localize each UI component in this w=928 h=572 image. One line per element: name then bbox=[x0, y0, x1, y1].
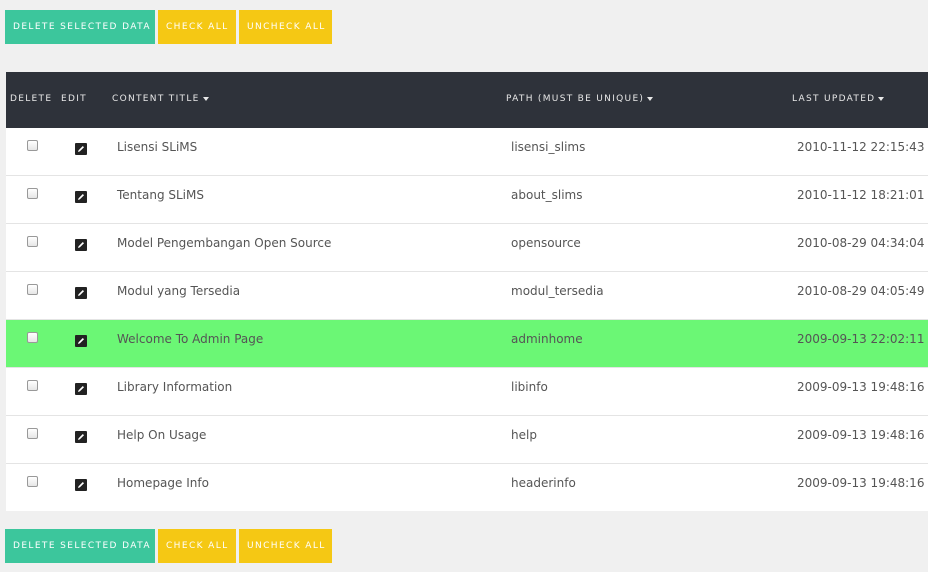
pencil-icon[interactable] bbox=[75, 287, 87, 299]
bottom-toolbar: DELETE SELECTED DATA CHECK ALL UNCHECK A… bbox=[5, 529, 332, 563]
caret-down-icon bbox=[202, 96, 209, 101]
last-updated-cell: 2009-09-13 19:48:16 bbox=[797, 428, 925, 442]
check-all-button[interactable]: CHECK ALL bbox=[158, 529, 236, 563]
table-row: Lisensi SLiMS lisensi_slims 2010-11-12 22:… bbox=[6, 128, 928, 176]
path-cell: headerinfo bbox=[511, 476, 576, 490]
header-edit: EDIT bbox=[61, 94, 87, 104]
delete-checkbox[interactable] bbox=[27, 380, 38, 391]
pencil-icon[interactable] bbox=[75, 335, 87, 347]
table-body: Lisensi SLiMS lisensi_slims 2010-11-12 22:… bbox=[6, 128, 928, 511]
content-title-link[interactable]: Help On Usage bbox=[117, 428, 206, 442]
path-cell: modul_tersedia bbox=[511, 284, 604, 298]
delete-checkbox[interactable] bbox=[27, 140, 38, 151]
header-path[interactable]: PATH (MUST BE UNIQUE) bbox=[506, 94, 654, 104]
last-updated-cell: 2010-08-29 04:05:49 bbox=[797, 284, 925, 298]
content-title-link[interactable]: Homepage Info bbox=[117, 476, 209, 490]
pencil-icon[interactable] bbox=[75, 431, 87, 443]
content-table: DELETE EDIT CONTENT TITLE PATH (MUST BE … bbox=[6, 72, 928, 511]
table-row: Welcome To Admin Page adminhome 2009-09-13… bbox=[6, 320, 928, 368]
delete-checkbox[interactable] bbox=[27, 284, 38, 295]
pencil-icon[interactable] bbox=[75, 383, 87, 395]
path-cell: lisensi_slims bbox=[511, 140, 586, 154]
path-cell: libinfo bbox=[511, 380, 548, 394]
pencil-icon[interactable] bbox=[75, 479, 87, 491]
top-toolbar: DELETE SELECTED DATA CHECK ALL UNCHECK A… bbox=[5, 10, 332, 44]
caret-down-icon bbox=[647, 96, 654, 101]
content-title-link[interactable]: Library Information bbox=[117, 380, 232, 394]
delete-selected-button[interactable]: DELETE SELECTED DATA bbox=[5, 10, 155, 44]
pencil-icon[interactable] bbox=[75, 143, 87, 155]
delete-selected-button[interactable]: DELETE SELECTED DATA bbox=[5, 529, 155, 563]
delete-checkbox[interactable] bbox=[27, 476, 38, 487]
header-path-label: PATH (MUST BE UNIQUE) bbox=[506, 94, 645, 104]
pencil-icon[interactable] bbox=[75, 191, 87, 203]
caret-down-icon bbox=[878, 96, 885, 101]
table-row: Library Information libinfo 2009-09-13 19:… bbox=[6, 368, 928, 416]
delete-checkbox[interactable] bbox=[27, 332, 38, 343]
table-row: Model Pengembangan Open Source opensource… bbox=[6, 224, 928, 272]
path-cell: help bbox=[511, 428, 537, 442]
header-delete: DELETE bbox=[10, 94, 53, 104]
header-last-updated-label: LAST UPDATED bbox=[792, 94, 876, 104]
last-updated-cell: 2009-09-13 22:02:11 bbox=[797, 332, 925, 346]
check-all-button[interactable]: CHECK ALL bbox=[158, 10, 236, 44]
pencil-icon[interactable] bbox=[75, 239, 87, 251]
path-cell: about_slims bbox=[511, 188, 583, 202]
table-row: Homepage Info headerinfo 2009-09-13 19:48:… bbox=[6, 464, 928, 511]
table-row: Help On Usage help 2009-09-13 19:48:16 bbox=[6, 416, 928, 464]
uncheck-all-button[interactable]: UNCHECK ALL bbox=[239, 10, 332, 44]
delete-checkbox[interactable] bbox=[27, 428, 38, 439]
header-content-title-label: CONTENT TITLE bbox=[112, 94, 200, 104]
last-updated-cell: 2009-09-13 19:48:16 bbox=[797, 380, 925, 394]
table-row: Modul yang Tersedia modul_tersedia 2010-08… bbox=[6, 272, 928, 320]
uncheck-all-button[interactable]: UNCHECK ALL bbox=[239, 529, 332, 563]
delete-checkbox[interactable] bbox=[27, 236, 38, 247]
path-cell: opensource bbox=[511, 236, 581, 250]
content-title-link[interactable]: Modul yang Tersedia bbox=[117, 284, 240, 298]
last-updated-cell: 2010-11-12 22:15:43 bbox=[797, 140, 925, 154]
content-title-link[interactable]: Welcome To Admin Page bbox=[117, 332, 263, 346]
table-header: DELETE EDIT CONTENT TITLE PATH (MUST BE … bbox=[6, 72, 928, 128]
header-last-updated[interactable]: LAST UPDATED bbox=[792, 94, 885, 104]
last-updated-cell: 2009-09-13 19:48:16 bbox=[797, 476, 925, 490]
content-title-link[interactable]: Model Pengembangan Open Source bbox=[117, 236, 331, 250]
last-updated-cell: 2010-08-29 04:34:04 bbox=[797, 236, 925, 250]
last-updated-cell: 2010-11-12 18:21:01 bbox=[797, 188, 925, 202]
path-cell: adminhome bbox=[511, 332, 583, 346]
header-content-title[interactable]: CONTENT TITLE bbox=[112, 94, 209, 104]
delete-checkbox[interactable] bbox=[27, 188, 38, 199]
content-title-link[interactable]: Lisensi SLiMS bbox=[117, 140, 197, 154]
table-row: Tentang SLiMS about_slims 2010-11-12 18:21… bbox=[6, 176, 928, 224]
content-title-link[interactable]: Tentang SLiMS bbox=[117, 188, 204, 202]
